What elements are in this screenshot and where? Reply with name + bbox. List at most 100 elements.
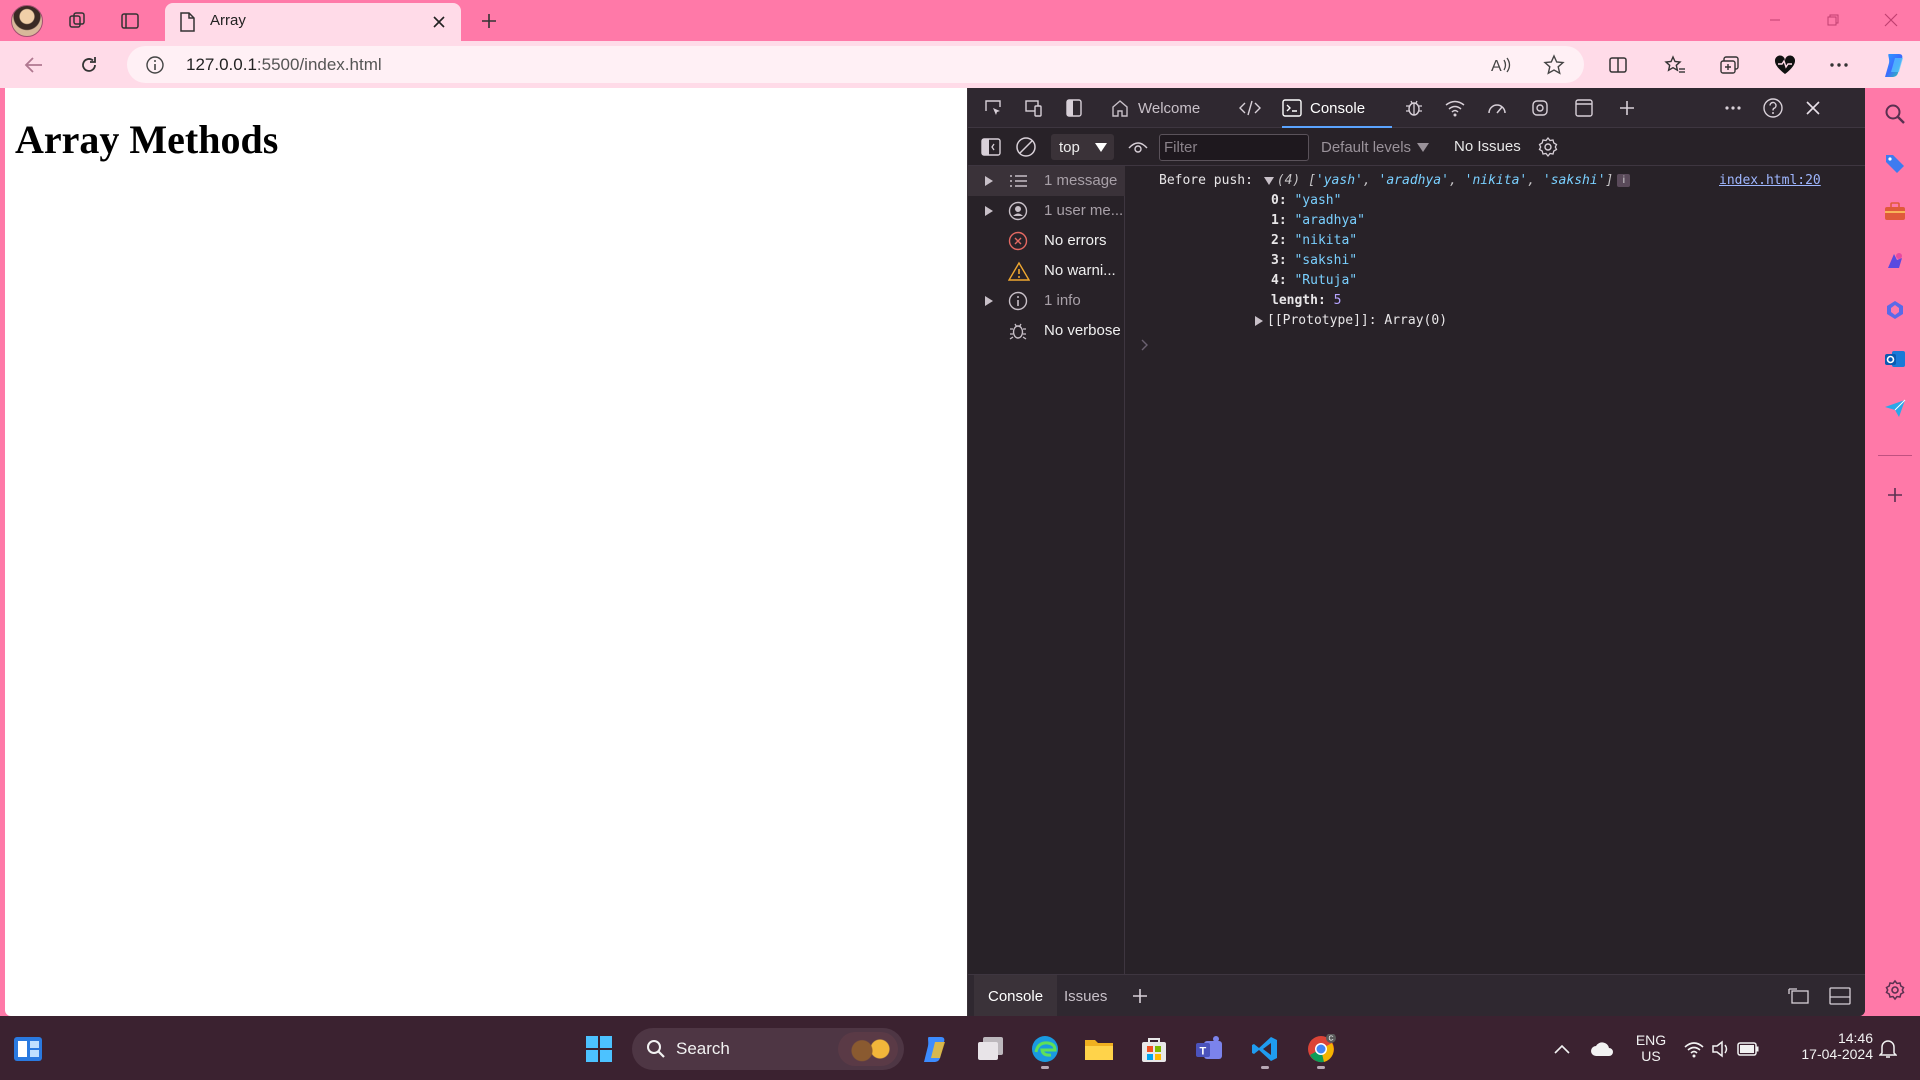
microsoft365-icon[interactable] — [1878, 293, 1912, 327]
browser-tab[interactable]: Array — [165, 3, 461, 41]
more-options-icon[interactable] — [1822, 49, 1856, 81]
drawer-add-tab-icon[interactable] — [1126, 983, 1154, 1009]
send-drop-icon[interactable] — [1878, 391, 1912, 425]
copilot-icon[interactable] — [1878, 48, 1912, 82]
filter-input[interactable] — [1159, 134, 1309, 161]
sidebar-item-messages[interactable]: 1 message — [968, 166, 1125, 196]
back-icon[interactable] — [18, 49, 50, 81]
device-emulation-icon[interactable] — [1020, 95, 1048, 121]
task-view-icon[interactable] — [969, 1027, 1013, 1071]
favorite-star-icon[interactable] — [1540, 51, 1568, 79]
search-icon[interactable] — [1878, 97, 1912, 131]
workspaces-icon[interactable] — [62, 6, 92, 36]
user-circle-icon — [1008, 201, 1028, 221]
console-settings-gear-icon[interactable] — [1534, 134, 1562, 160]
shopping-tag-icon[interactable] — [1878, 146, 1912, 180]
outlook-icon[interactable] — [1878, 342, 1912, 376]
show-hidden-icons-chevron-icon[interactable] — [1540, 1027, 1584, 1071]
elements-tab-icon[interactable] — [1236, 95, 1264, 121]
settings-gear-icon[interactable] — [1526, 95, 1554, 121]
close-tab-icon[interactable] — [425, 8, 453, 36]
live-expression-eye-icon[interactable] — [1124, 134, 1152, 160]
address-bar[interactable]: 127.0.0.1:5500/index.html A — [127, 46, 1584, 83]
sources-bug-icon[interactable] — [1400, 95, 1428, 121]
add-sidebar-app-icon[interactable] — [1878, 478, 1912, 512]
widgets-icon[interactable] — [6, 1027, 50, 1071]
edge-browser-icon[interactable] — [1023, 1027, 1067, 1071]
log-levels-dropdown[interactable]: Default levels — [1321, 134, 1430, 160]
page-icon — [179, 12, 195, 32]
info-circle-icon — [1008, 291, 1028, 311]
notification-bell-icon[interactable] — [1866, 1027, 1910, 1071]
sidebar-item-errors[interactable]: No errors — [968, 226, 1125, 256]
performance-icon[interactable] — [1483, 95, 1511, 121]
teams-icon[interactable]: T — [1187, 1027, 1231, 1071]
drawer-tab-console[interactable]: Console — [974, 975, 1058, 1016]
more-tools-plus-icon[interactable] — [1613, 95, 1641, 121]
clear-console-icon[interactable] — [1012, 134, 1040, 160]
close-devtools-icon[interactable] — [1799, 95, 1827, 121]
profile-avatar[interactable] — [11, 5, 43, 37]
drawer-dock-icon[interactable] — [1785, 983, 1813, 1009]
context-select-value: top — [1059, 138, 1080, 156]
clock[interactable]: 14:46 17-04-2024 — [1781, 1030, 1873, 1062]
tab-console[interactable]: Console — [1282, 88, 1392, 128]
sidebar-settings-gear-icon[interactable] — [1878, 973, 1912, 1007]
games-icon[interactable] — [1878, 244, 1912, 278]
favorites-icon[interactable] — [1658, 49, 1692, 81]
sidebar-item-warnings[interactable]: No warni... — [968, 256, 1125, 286]
source-link[interactable]: index.html:20 — [1719, 173, 1821, 188]
active-indicator — [1041, 1066, 1049, 1069]
file-explorer-icon[interactable] — [1077, 1027, 1121, 1071]
microsoft-store-icon[interactable] — [1132, 1027, 1176, 1071]
eager-eval-info-icon[interactable]: i — [1617, 174, 1631, 187]
split-screen-icon[interactable] — [1601, 49, 1635, 81]
sidebar-item-user-messages[interactable]: 1 user me... — [968, 196, 1125, 226]
devtools-more-icon[interactable] — [1719, 95, 1747, 121]
start-windows-icon[interactable] — [577, 1027, 621, 1071]
close-window-icon[interactable] — [1868, 0, 1914, 40]
taskbar-search[interactable]: Search — [632, 1028, 904, 1070]
dock-side-icon[interactable] — [1060, 95, 1088, 121]
clock-date: 17-04-2024 — [1801, 1046, 1873, 1062]
issues-counter[interactable]: No Issues — [1454, 138, 1521, 155]
network-wifi-icon[interactable] — [1441, 95, 1469, 121]
console-prompt-chevron-icon[interactable] — [1141, 339, 1149, 351]
sidebar-item-verbose[interactable]: No verbose — [968, 316, 1125, 346]
url-text[interactable]: 127.0.0.1:5500/index.html — [186, 55, 382, 75]
site-info-icon[interactable] — [145, 55, 165, 75]
expanded-arrow-icon[interactable] — [1263, 176, 1274, 185]
vscode-icon[interactable] — [1243, 1027, 1287, 1071]
sidebar-divider — [1878, 455, 1912, 456]
application-panel-icon[interactable] — [1570, 95, 1598, 121]
tab-welcome[interactable]: Welcome — [1110, 88, 1200, 128]
system-tray-status[interactable] — [1676, 1027, 1766, 1071]
array-length: length: 5 — [1271, 293, 1342, 308]
sidebar-item-info[interactable]: 1 info — [968, 286, 1125, 316]
minimize-icon[interactable] — [1752, 0, 1798, 40]
collections-icon[interactable] — [1713, 49, 1747, 81]
log-message-line[interactable]: Before push: (4) ['yash', 'aradhya', 'ni… — [1159, 173, 1631, 188]
onedrive-cloud-icon[interactable] — [1580, 1027, 1624, 1071]
tools-briefcase-icon[interactable] — [1878, 195, 1912, 229]
collapsed-arrow-icon[interactable] — [1255, 315, 1263, 326]
tab-actions-icon[interactable] — [115, 6, 145, 36]
drawer-tab-issues[interactable]: Issues — [1064, 975, 1107, 1016]
copilot-pre-icon[interactable] — [914, 1027, 958, 1071]
refresh-icon[interactable] — [73, 49, 105, 81]
chrome-icon[interactable]: C — [1299, 1027, 1343, 1071]
language-indicator[interactable]: ENG US — [1628, 1032, 1674, 1064]
browser-essentials-icon[interactable] — [1768, 49, 1802, 81]
restore-icon[interactable] — [1810, 0, 1856, 40]
read-aloud-icon[interactable]: A — [1487, 51, 1515, 79]
context-select[interactable]: top — [1051, 134, 1114, 160]
new-tab-icon[interactable] — [474, 6, 504, 36]
drawer-collapse-icon[interactable] — [1826, 983, 1854, 1009]
summary-item: 'nikita' — [1464, 173, 1528, 188]
log-levels-label: Default levels — [1321, 138, 1412, 156]
array-entry: 2: "nikita" — [1271, 233, 1358, 248]
inspect-element-icon[interactable] — [979, 95, 1007, 121]
prototype-entry[interactable]: [[Prototype]]: Array(0) — [1255, 313, 1447, 328]
show-sidebar-icon[interactable] — [977, 134, 1005, 160]
help-icon[interactable] — [1759, 95, 1787, 121]
